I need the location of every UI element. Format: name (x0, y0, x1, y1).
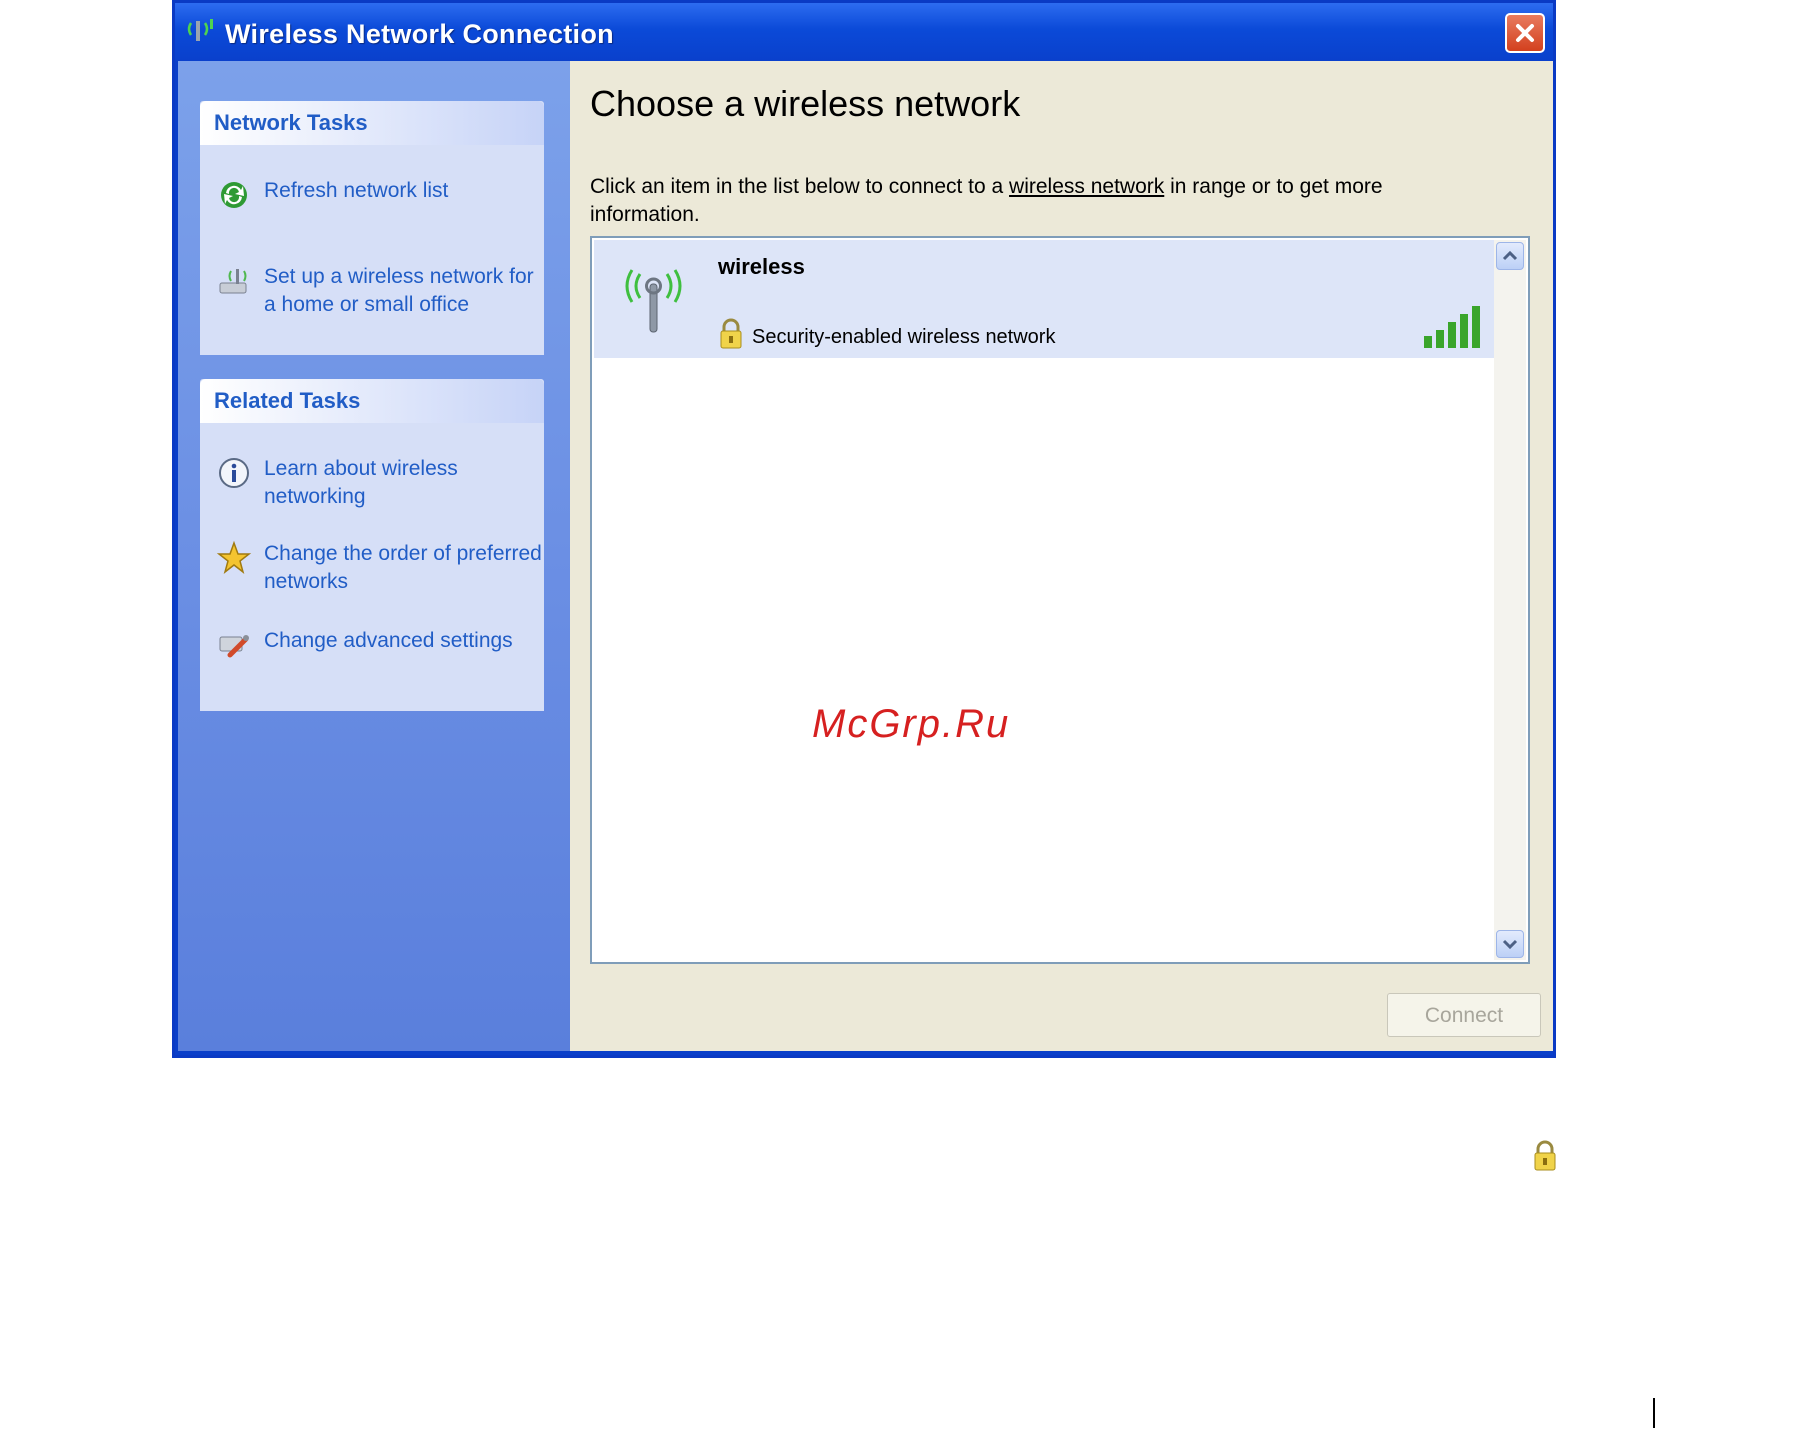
set-up-wireless-network-label: Set up a wireless network for a home or … (264, 265, 534, 316)
network-name: wireless (718, 254, 805, 279)
related-tasks-header: Related Tasks (200, 379, 544, 423)
network-list-item[interactable]: wireless Security-enabled wireless netwo… (594, 240, 1498, 358)
related-tasks-panel: Related Tasks Learn about wireless netwo… (200, 379, 544, 711)
task-pane: Network Tasks Refresh network list Set u… (178, 61, 570, 1051)
change-preferred-order-label: Change the order of preferred networks (264, 542, 542, 593)
change-advanced-settings-label: Change advanced settings (264, 629, 513, 652)
instructions-text: Click an item in the list below to conne… (590, 173, 1470, 229)
chevron-up-icon (1502, 250, 1518, 261)
chevron-down-icon (1502, 939, 1518, 950)
network-tasks-panel: Network Tasks Refresh network list Set u… (200, 101, 544, 355)
close-button[interactable] (1505, 13, 1545, 53)
wireless-network-icon (187, 19, 213, 41)
close-icon (1516, 24, 1534, 42)
antenna-icon (625, 269, 682, 333)
scroll-up-button[interactable] (1496, 242, 1524, 270)
window-title: Wireless Network Connection (225, 19, 614, 49)
network-security: Security-enabled wireless network (752, 326, 1056, 348)
refresh-network-list-label: Refresh network list (264, 179, 449, 202)
instructions-pre: Click an item in the list below to conne… (590, 175, 1010, 198)
setup-network-icon (219, 269, 247, 294)
star-icon (216, 540, 252, 574)
lock-icon (1534, 1140, 1556, 1171)
connect-button[interactable]: Connect (1387, 993, 1541, 1037)
page-divider (1653, 1398, 1655, 1428)
watermark: McGrp.Ru (812, 702, 1011, 746)
title-bar[interactable]: Wireless Network Connection (175, 3, 1553, 61)
list-scrollbar[interactable] (1494, 240, 1526, 960)
network-list[interactable]: wireless Security-enabled wireless netwo… (590, 236, 1530, 964)
page-title: Choose a wireless network (590, 83, 1021, 124)
instructions-link: wireless network (1009, 175, 1165, 198)
settings-icon (219, 635, 249, 658)
info-icon (219, 458, 249, 488)
refresh-icon (221, 182, 247, 208)
learn-about-wireless-label: Learn about wireless networking (264, 457, 458, 508)
signal-strength-icon (1424, 306, 1480, 348)
scroll-down-button[interactable] (1496, 930, 1524, 958)
network-tasks-header: Network Tasks (200, 101, 544, 145)
wireless-network-connection-window: Wireless Network Connection Network Task… (172, 0, 1556, 1058)
main-pane: Choose a wireless network Click an item … (570, 61, 1553, 1051)
lock-icon (720, 318, 742, 349)
